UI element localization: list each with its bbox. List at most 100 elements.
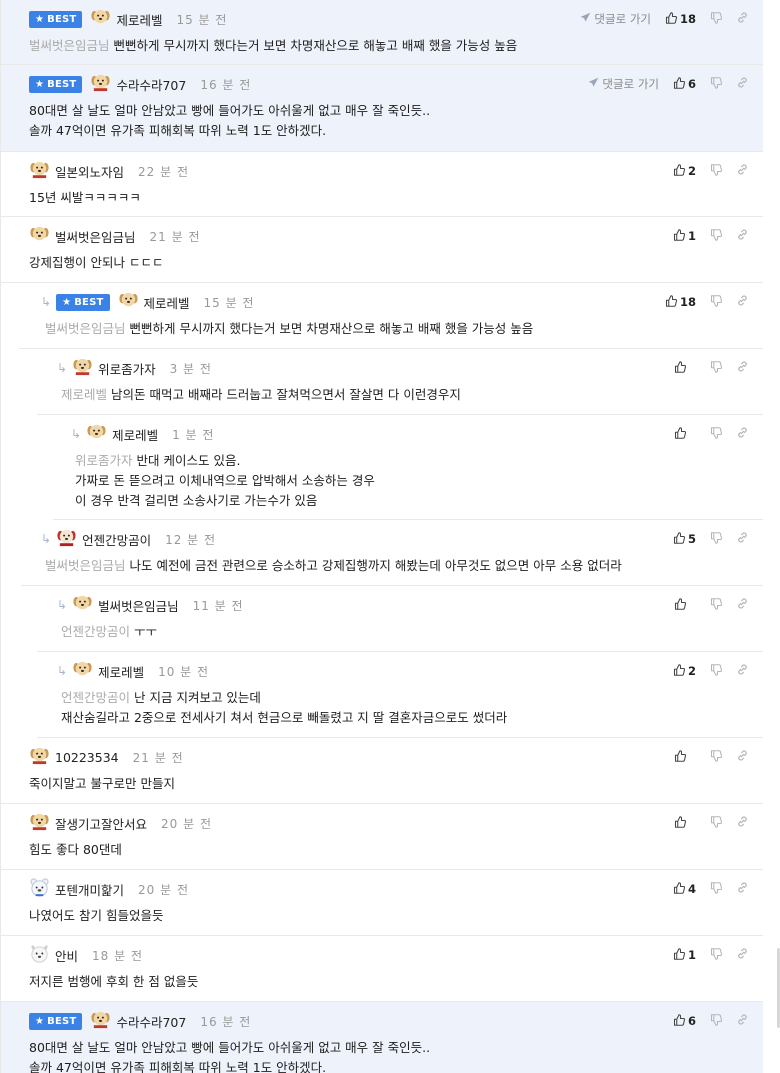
author-nickname[interactable]: 언젠간망곰이: [82, 530, 151, 549]
comment-header: ↳ 언젠간망곰이 12 분 전: [41, 528, 216, 550]
avatar[interactable]: [29, 745, 55, 769]
author-nickname[interactable]: 수라수라707: [116, 1012, 186, 1031]
avatar[interactable]: [29, 943, 55, 967]
copy-link-button[interactable]: [736, 597, 749, 613]
copy-link-button[interactable]: [736, 76, 749, 92]
goto-comment-link[interactable]: 댓글로 가기: [588, 76, 659, 92]
author-nickname[interactable]: 포텐개미핥기: [55, 880, 124, 899]
dislike-button[interactable]: [710, 76, 723, 92]
like-button[interactable]: [674, 597, 696, 613]
copy-link-button[interactable]: [736, 294, 749, 310]
dislike-button[interactable]: [710, 749, 723, 765]
dislike-button[interactable]: [710, 1013, 723, 1029]
avatar[interactable]: [90, 1009, 116, 1033]
mention-author[interactable]: 벌써벗은임금님: [29, 38, 110, 53]
copy-link-button[interactable]: [736, 749, 749, 765]
dislike-button[interactable]: [710, 163, 723, 179]
author-nickname[interactable]: 제로레벨: [116, 10, 162, 29]
copy-link-button[interactable]: [736, 360, 749, 376]
dislike-button[interactable]: [710, 426, 723, 442]
dislike-button[interactable]: [710, 294, 723, 310]
avatar[interactable]: [90, 7, 116, 31]
comment-actions: 2: [673, 160, 749, 182]
copy-link-button[interactable]: [736, 663, 749, 679]
copy-link-button[interactable]: [736, 881, 749, 897]
like-button[interactable]: 5: [673, 531, 696, 547]
like-button[interactable]: 2: [673, 663, 696, 679]
dislike-button[interactable]: [710, 881, 723, 897]
like-button[interactable]: 18: [665, 11, 696, 27]
mention-author[interactable]: 벌써벗은임금님: [45, 558, 126, 573]
comment-body: 죽이지말고 불구로만 만들지: [29, 774, 751, 794]
copy-link-button[interactable]: [736, 11, 749, 27]
mention-author[interactable]: 위로좀가자: [75, 453, 133, 468]
like-button[interactable]: 6: [673, 76, 696, 92]
copy-link-button[interactable]: [736, 1013, 749, 1029]
comment-actions: [674, 594, 749, 616]
author-nickname[interactable]: 제로레벨: [144, 293, 190, 312]
author-nickname[interactable]: 잘생기고잘안서요: [55, 814, 147, 833]
like-button[interactable]: 6: [673, 1013, 696, 1029]
dislike-button[interactable]: [710, 360, 723, 376]
author-nickname[interactable]: 제로레벨: [112, 425, 158, 444]
comment-list: ★ BEST 제로레벨 15 분 전 댓글로 가기 18 벌써벗은임금님 뻔뻔하게 무시까지 …: [0, 0, 780, 1073]
dislike-button[interactable]: [710, 947, 723, 963]
author-nickname[interactable]: 벌써벗은임금님: [98, 596, 179, 615]
thumb-up-icon: [673, 1013, 688, 1029]
avatar[interactable]: [29, 159, 55, 183]
dislike-button[interactable]: [710, 228, 723, 244]
author-nickname[interactable]: 수라수라707: [116, 75, 186, 94]
copy-link-button[interactable]: [736, 163, 749, 179]
comment-line: 나였어도 참기 힘들었을듯: [29, 906, 751, 926]
best-badge: ★ BEST: [29, 1012, 83, 1030]
dislike-button[interactable]: [710, 815, 723, 831]
dislike-button[interactable]: [710, 11, 723, 27]
like-button[interactable]: 4: [673, 881, 696, 897]
author-nickname[interactable]: 안비: [55, 946, 78, 965]
comment-time: 20 분 전: [138, 882, 189, 897]
copy-link-button[interactable]: [736, 947, 749, 963]
avatar[interactable]: [86, 422, 112, 446]
dislike-button[interactable]: [710, 663, 723, 679]
link-icon: [736, 597, 749, 613]
dislike-button[interactable]: [710, 597, 723, 613]
avatar[interactable]: [29, 224, 55, 248]
like-button[interactable]: [674, 749, 696, 765]
author-nickname[interactable]: 제로레벨: [98, 662, 144, 681]
avatar[interactable]: [72, 356, 98, 380]
copy-link-button[interactable]: [736, 228, 749, 244]
comment-header: ★ BEST 제로레벨 15 분 전: [29, 8, 227, 30]
dislike-button[interactable]: [710, 531, 723, 547]
copy-link-button[interactable]: [736, 531, 749, 547]
avatar[interactable]: [118, 290, 144, 314]
like-button[interactable]: 1: [673, 228, 696, 244]
author-nickname[interactable]: 위로좀가자: [98, 359, 156, 378]
avatar[interactable]: [29, 811, 55, 835]
like-button[interactable]: 1: [673, 947, 696, 963]
author-nickname[interactable]: 10223534: [55, 750, 119, 765]
mention-author[interactable]: 벌써벗은임금님: [45, 321, 126, 336]
like-count: 1: [687, 948, 696, 962]
comment-line: 가짜로 돈 뜯으려고 이체내역으로 압박해서 소송하는 경우: [75, 471, 751, 491]
avatar[interactable]: [29, 877, 55, 901]
like-button[interactable]: 2: [673, 163, 696, 179]
author-nickname[interactable]: 일본외노자임: [55, 162, 124, 181]
comment-actions: [674, 746, 749, 768]
avatar[interactable]: [72, 593, 98, 617]
copy-link-button[interactable]: [736, 815, 749, 831]
mention-author[interactable]: 언젠간망곰이: [61, 690, 130, 705]
author-nickname[interactable]: 벌써벗은임금님: [55, 227, 136, 246]
copy-link-button[interactable]: [736, 426, 749, 442]
like-button[interactable]: [674, 360, 696, 376]
avatar[interactable]: [90, 72, 116, 96]
avatar[interactable]: [72, 659, 98, 683]
reply-arrow-icon: ↳: [57, 361, 68, 375]
avatar[interactable]: [56, 527, 82, 551]
like-button[interactable]: [674, 426, 696, 442]
like-button[interactable]: 18: [665, 294, 696, 310]
like-button[interactable]: [674, 815, 696, 831]
thumb-up-icon: [673, 163, 688, 179]
mention-author[interactable]: 언젠간망곰이: [61, 624, 130, 639]
mention-author[interactable]: 제로레벨: [61, 387, 107, 402]
goto-comment-link[interactable]: 댓글로 가기: [580, 11, 651, 27]
